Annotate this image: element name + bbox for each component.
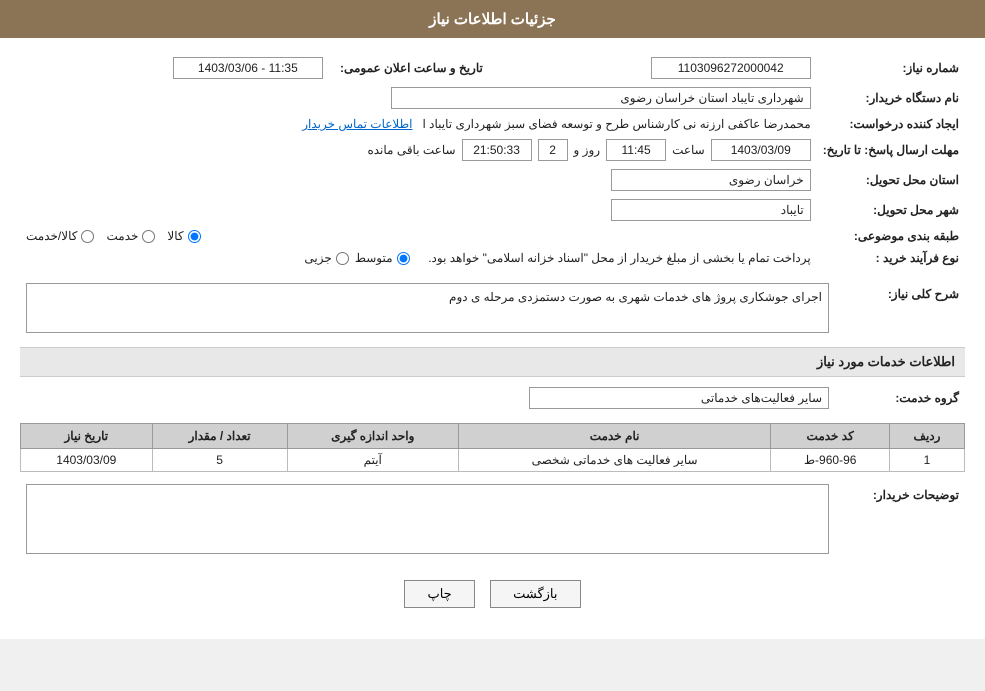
namDastgah-field: شهرداری تایباد استان خراسان رضوی [391, 87, 811, 109]
ijadKonande-value: محمدرضا عاکفی ارزنه نی کارشناس طرح و توس… [20, 113, 817, 135]
shomareNiaz-field: 1103096272000042 [651, 57, 811, 79]
cell-tarikh: 1403/03/09 [21, 449, 153, 472]
cell-name: سایر فعالیت های خدماتی شخصی [458, 449, 771, 472]
row-sharhKolli: شرح کلی نیاز: اجرای جوشکاری پروژ های خدم… [20, 279, 965, 337]
content-area: شماره نیاز: 1103096272000042 تاریخ و ساع… [0, 38, 985, 639]
main-form-table: شماره نیاز: 1103096272000042 تاریخ و ساع… [20, 53, 965, 269]
cell-kod: 960-96-ط [771, 449, 890, 472]
row-tabaghebandi: طبقه بندی موضوعی: کالا/خدمت خدمت [20, 225, 965, 247]
radio-kala[interactable]: کالا [167, 229, 200, 243]
ostanTahvil-field: خراسان رضوی [611, 169, 811, 191]
tarikhErsal-label: مهلت ارسال پاسخ: تا تاریخ: [817, 135, 965, 165]
grohKhadmat-field: سایر فعالیت‌های خدماتی [529, 387, 829, 409]
tarikhVaSaat-field: 1403/03/06 - 11:35 [173, 57, 323, 79]
baqi-label: ساعت باقی مانده [367, 143, 455, 157]
page-title: جزئیات اطلاعات نیاز [429, 11, 556, 28]
grohKhadmat-value: سایر فعالیت‌های خدماتی [20, 383, 835, 413]
sharhKolli-table: شرح کلی نیاز: اجرای جوشکاری پروژ های خدم… [20, 279, 965, 337]
tarikhErsal-date: 1403/03/09 [711, 139, 811, 161]
tosifat-label: توضیحات خریدار: [835, 480, 965, 558]
row-namDastgah: نام دستگاه خریدار: شهرداری تایباد استان … [20, 83, 965, 113]
cell-tedad: 5 [152, 449, 287, 472]
saat-label: ساعت [672, 143, 705, 157]
section-service-header: اطلاعات خدمات مورد نیاز [20, 347, 965, 377]
row-tosifat: توضیحات خریدار: [20, 480, 965, 558]
back-button[interactable]: بازگشت [490, 580, 580, 608]
ostanTahvil-label: استان محل تحویل: [817, 165, 965, 195]
roz-label: روز و [574, 143, 601, 157]
grohKhadmat-table: گروه خدمت: سایر فعالیت‌های خدماتی [20, 383, 965, 413]
row-ijadKonande: ایجاد کننده درخواست: محمدرضا عاکفی ارزنه… [20, 113, 965, 135]
tabaghebandi-label: طبقه بندی موضوعی: [817, 225, 965, 247]
ijadKonande-text: محمدرضا عاکفی ارزنه نی کارشناس طرح و توس… [422, 117, 810, 131]
ijadKonande-label: ایجاد کننده درخواست: [817, 113, 965, 135]
radio-motavaset[interactable]: متوسط [355, 251, 410, 265]
namDastgah-value: شهرداری تایباد استان خراسان رضوی [20, 83, 817, 113]
table-row: 1 960-96-ط سایر فعالیت های خدماتی شخصی آ… [21, 449, 965, 472]
col-vahed: واحد اندازه گیری [287, 424, 458, 449]
radio-jozii[interactable]: جزیی [304, 251, 348, 265]
print-button[interactable]: چاپ [404, 580, 474, 608]
ostanTahvil-value: خراسان رضوی [20, 165, 817, 195]
shahrTahvil-label: شهر محل تحویل: [817, 195, 965, 225]
shomareNiaz-label: شماره نیاز: [817, 53, 965, 83]
sharhKolli-label: شرح کلی نیاز: [835, 279, 965, 337]
col-tedad: تعداد / مقدار [152, 424, 287, 449]
tarikhErsal-saat: 11:45 [606, 139, 666, 161]
col-name: نام خدمت [458, 424, 771, 449]
shahrTahvil-field: تایباد [611, 199, 811, 221]
sharhKolli-text: اجرای جوشکاری پروژ های خدمات شهری به صور… [449, 290, 822, 304]
cell-vahed: آیتم [287, 449, 458, 472]
noeFarayand-value: پرداخت تمام یا بخشی از مبلغ خریدار از مح… [20, 247, 817, 269]
page-wrapper: جزئیات اطلاعات نیاز شماره نیاز: 11030962… [0, 0, 985, 639]
row-tarikh-ersal: مهلت ارسال پاسخ: تا تاریخ: 1403/03/09 سا… [20, 135, 965, 165]
row-shomareNiaz: شماره نیاز: 1103096272000042 تاریخ و ساع… [20, 53, 965, 83]
service-table-header: ردیف کد خدمت نام خدمت واحد اندازه گیری ت… [21, 424, 965, 449]
row-shahr: شهر محل تحویل: تایباد [20, 195, 965, 225]
row-grohKhadmat: گروه خدمت: سایر فعالیت‌های خدماتی [20, 383, 965, 413]
col-radif: ردیف [890, 424, 965, 449]
service-table: ردیف کد خدمت نام خدمت واحد اندازه گیری ت… [20, 423, 965, 472]
tarikhVaSaat-label: تاریخ و ساعت اعلان عمومی: [329, 53, 489, 83]
col-kod: کد خدمت [771, 424, 890, 449]
col-tarikh: تاریخ نیاز [21, 424, 153, 449]
noeFarayand-label: نوع فرآیند خرید : [817, 247, 965, 269]
noeFarayand-notice: پرداخت تمام یا بخشی از مبلغ خریدار از مح… [428, 251, 811, 265]
footer-buttons: بازگشت چاپ [20, 568, 965, 624]
grohKhadmat-label: گروه خدمت: [835, 383, 965, 413]
radio-khadmat[interactable]: خدمت [106, 229, 155, 243]
tarikhVaSaat-value: 1403/03/06 - 11:35 [20, 53, 329, 83]
tosifat-value [20, 480, 835, 558]
shahrTahvil-value: تایباد [20, 195, 817, 225]
sharhKolli-box: اجرای جوشکاری پروژ های خدمات شهری به صور… [26, 283, 829, 333]
tarikhErsal-roz: 2 [538, 139, 568, 161]
row-ostan: استان محل تحویل: خراسان رضوی [20, 165, 965, 195]
namDastgah-label: نام دستگاه خریدار: [817, 83, 965, 113]
sharhKolli-value: اجرای جوشکاری پروژ های خدمات شهری به صور… [20, 279, 835, 337]
tarikhErsal-fields: 1403/03/09 ساعت 11:45 روز و 2 21:50:33 س… [20, 135, 817, 165]
page-header: جزئیات اطلاعات نیاز [0, 0, 985, 38]
shomareNiaz-value: 1103096272000042 [489, 53, 817, 83]
row-noeFarayand: نوع فرآیند خرید : پرداخت تمام یا بخشی از… [20, 247, 965, 269]
tosifat-table: توضیحات خریدار: [20, 480, 965, 558]
tarikhErsal-baqi: 21:50:33 [462, 139, 532, 161]
radio-kala-khadmat[interactable]: کالا/خدمت [26, 229, 94, 243]
tabaghebandi-options: کالا/خدمت خدمت کالا [20, 225, 817, 247]
tosifat-box [26, 484, 829, 554]
ijadKonande-link[interactable]: اطلاعات تماس خریدار [302, 117, 412, 131]
cell-radif: 1 [890, 449, 965, 472]
